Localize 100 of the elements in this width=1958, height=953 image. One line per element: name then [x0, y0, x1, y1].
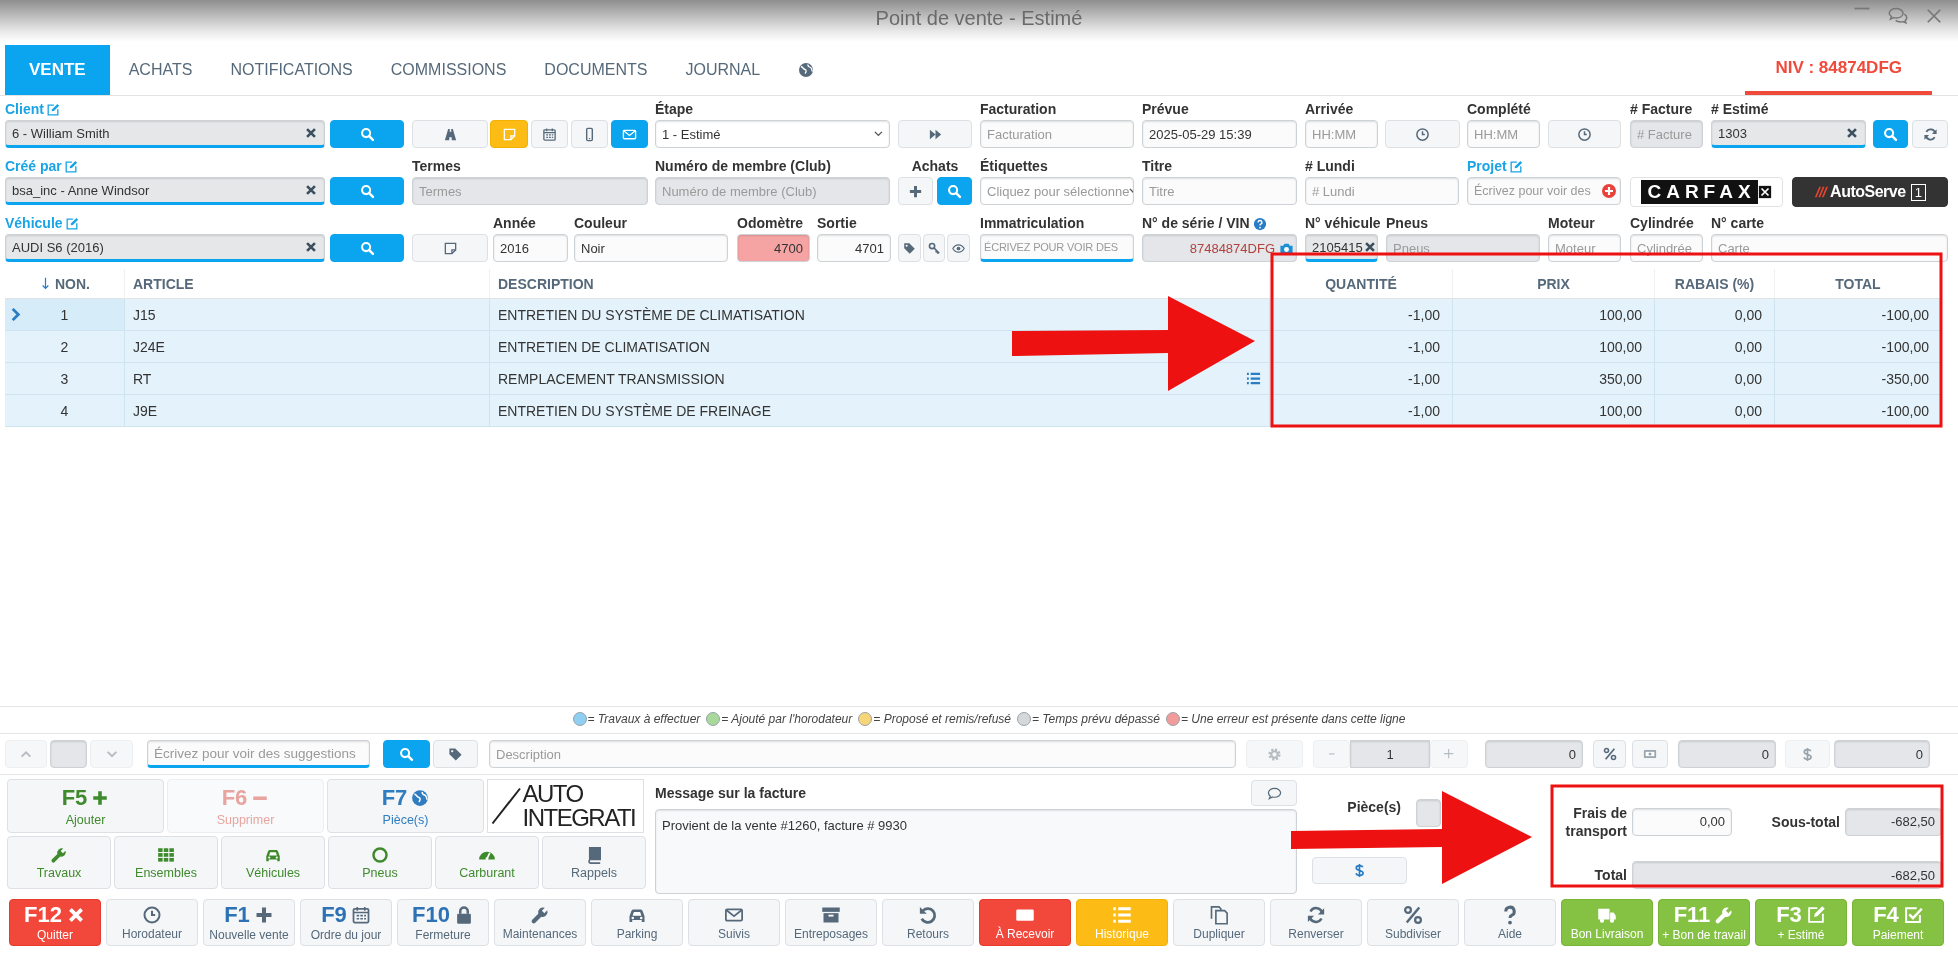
- comment-button[interactable]: [1251, 780, 1297, 806]
- input-field[interactable]: 2016: [493, 234, 568, 262]
- phone-button[interactable]: [571, 120, 608, 148]
- logo-button[interactable]: CARFAX: [1630, 177, 1783, 207]
- tag-button[interactable]: [898, 234, 921, 262]
- lookup-field[interactable]: 1303: [1711, 120, 1866, 148]
- lookup-field[interactable]: 6 - William Smith: [5, 120, 325, 148]
- column-header[interactable]: QUANTITÉ: [1325, 275, 1397, 292]
- toolbar-button[interactable]: F9 Ordre du jour: [300, 899, 392, 946]
- toolbar-button[interactable]: À Recevoir: [979, 899, 1071, 946]
- toolbar-button[interactable]: Dupliquer: [1173, 899, 1265, 946]
- category-button[interactable]: Ensembles: [114, 836, 218, 889]
- toolbar-button[interactable]: Subdiviser: [1367, 899, 1459, 946]
- lookup-field[interactable]: bsa_inc - Anne Windsor: [5, 177, 325, 205]
- column-header[interactable]: RABAIS (%): [1674, 275, 1755, 292]
- amount-field[interactable]: 0: [1834, 740, 1930, 768]
- email-button[interactable]: [611, 120, 648, 148]
- lookup-field[interactable]: 2105415: [1305, 234, 1378, 262]
- toolbar-button[interactable]: Suivis: [688, 899, 780, 946]
- clock-button[interactable]: [1385, 120, 1460, 148]
- settings-button[interactable]: [1246, 740, 1303, 768]
- note-button[interactable]: [490, 120, 528, 148]
- column-header[interactable]: DESCRIPTION: [498, 275, 594, 292]
- message-field[interactable]: Provient de la vente #1260, facture # 9930: [655, 809, 1297, 894]
- dollar-button[interactable]: [1312, 857, 1407, 884]
- toolbar-button[interactable]: Aide: [1464, 899, 1556, 946]
- action-button[interactable]: F5 Ajouter: [7, 779, 164, 833]
- add-button[interactable]: [898, 177, 933, 205]
- column-header[interactable]: NON.: [39, 275, 90, 292]
- field-link[interactable]: Créé par: [5, 158, 78, 174]
- toolbar-button[interactable]: Retours: [882, 899, 974, 946]
- input-field[interactable]: HH:MM: [1305, 120, 1378, 148]
- close-button[interactable]: [1924, 6, 1944, 26]
- percent-button[interactable]: [1593, 740, 1626, 768]
- note-button[interactable]: [412, 234, 488, 262]
- search-field[interactable]: Écrivez pour voir des suggestions: [147, 740, 370, 768]
- input-field[interactable]: Noir: [574, 234, 728, 262]
- category-button[interactable]: Rappels: [542, 836, 646, 889]
- chat-button[interactable]: [1888, 6, 1908, 26]
- search-button[interactable]: [330, 234, 404, 262]
- toolbar-button[interactable]: F10 Fermeture: [397, 899, 489, 946]
- field-link[interactable]: Client: [5, 101, 60, 117]
- dollar-button[interactable]: [1785, 740, 1830, 768]
- field-link[interactable]: Projet: [1467, 158, 1523, 174]
- action-button[interactable]: F7 Pièce(s): [327, 779, 484, 833]
- next-button[interactable]: [898, 120, 972, 148]
- search-button[interactable]: [1873, 120, 1908, 148]
- input-field[interactable]: Carte: [1711, 234, 1948, 262]
- road-button[interactable]: [412, 120, 488, 148]
- input-field[interactable]: HH:MM: [1467, 120, 1540, 148]
- input-field[interactable]: [50, 740, 87, 768]
- dropdown[interactable]: 1 - Estimé: [655, 120, 890, 148]
- tab[interactable]: JOURNAL: [666, 45, 780, 95]
- money-button[interactable]: [1632, 740, 1668, 768]
- description-field[interactable]: Description: [489, 740, 1236, 768]
- calendar-button[interactable]: [531, 120, 568, 148]
- view-button[interactable]: [947, 234, 970, 262]
- input-field[interactable]: # Lundi: [1305, 177, 1459, 205]
- category-button[interactable]: Carburant: [435, 836, 539, 889]
- toolbar-button[interactable]: F1 Nouvelle vente: [203, 899, 295, 946]
- input-field[interactable]: 4700: [737, 234, 810, 262]
- input-field[interactable]: Moteur: [1548, 234, 1621, 262]
- column-header[interactable]: ARTICLE: [133, 275, 194, 292]
- logo-button[interactable]: AutoServe 1: [1792, 177, 1948, 207]
- category-button[interactable]: Travaux: [7, 836, 111, 889]
- input-field[interactable]: 87484874DFG: [1142, 234, 1297, 262]
- dropdown[interactable]: Cliquez pour sélectionne: [980, 177, 1134, 205]
- input-field[interactable]: 4701: [817, 234, 891, 262]
- tag-button[interactable]: [433, 740, 478, 768]
- search-button[interactable]: [330, 177, 404, 205]
- toolbar-button[interactable]: Renverser: [1270, 899, 1362, 946]
- toolbar-button[interactable]: Horodateur: [106, 899, 198, 946]
- tab[interactable]: NIV : 84874DFG: [1745, 45, 1932, 95]
- field-link[interactable]: Véhicule: [5, 215, 79, 231]
- tab[interactable]: COMMISSIONS: [371, 45, 526, 95]
- table-row-cell[interactable]: 1: [5, 299, 125, 331]
- amount-field[interactable]: 0: [1678, 740, 1776, 768]
- input-field[interactable]: Écrivez pour voir des: [1467, 177, 1621, 205]
- search-button[interactable]: [383, 740, 430, 768]
- toolbar-button[interactable]: Entreposages: [785, 899, 877, 946]
- tab[interactable]: NOTIFICATIONS: [211, 45, 372, 95]
- toolbar-button[interactable]: F12 Quitter: [9, 899, 101, 946]
- column-header[interactable]: PRIX: [1537, 275, 1570, 292]
- amount-field[interactable]: 0: [1485, 740, 1583, 768]
- column-header[interactable]: TOTAL: [1835, 275, 1881, 292]
- refresh-button[interactable]: [1912, 120, 1948, 148]
- input-field[interactable]: Cylindrée: [1630, 234, 1703, 262]
- clock-button[interactable]: [1548, 120, 1621, 148]
- table-row-cell[interactable]: 3: [5, 363, 125, 395]
- quantity-field[interactable]: 1: [1350, 740, 1430, 768]
- tab[interactable]: DOCUMENTS: [525, 45, 667, 95]
- search-button[interactable]: [330, 120, 404, 148]
- input-field[interactable]: Facturation: [980, 120, 1134, 148]
- category-button[interactable]: Pneus: [328, 836, 432, 889]
- lookup-field[interactable]: AUDI S6 (2016): [5, 234, 325, 262]
- category-button[interactable]: Véhicules: [221, 836, 325, 889]
- shipping-field[interactable]: 0,00: [1632, 807, 1732, 836]
- input-field[interactable]: ÉCRIVEZ POUR VOIR DES: [980, 234, 1134, 262]
- table-row-cell[interactable]: 4: [5, 395, 125, 427]
- table-row-cell[interactable]: 2: [5, 331, 125, 363]
